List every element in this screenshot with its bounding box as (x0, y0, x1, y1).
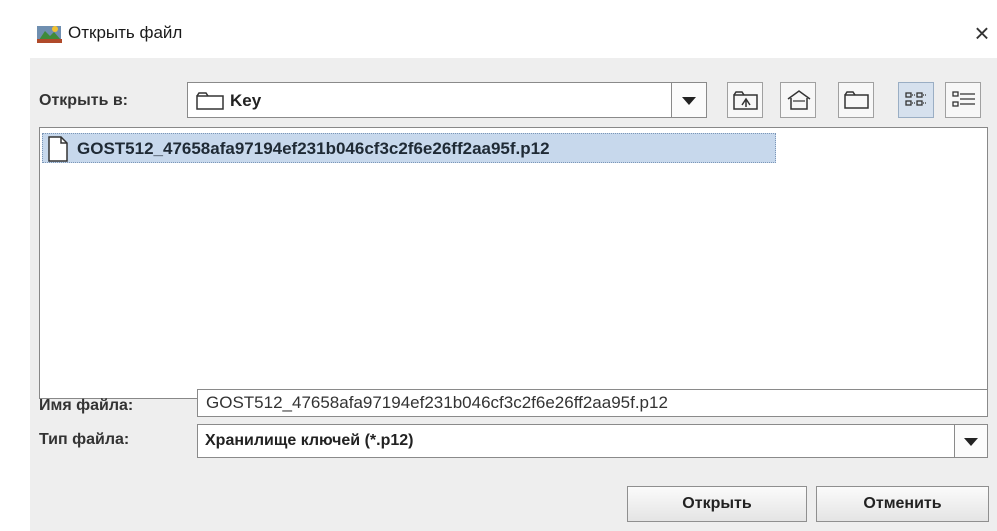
folder-icon (196, 92, 224, 115)
title-bar: Открыть файл × (0, 0, 997, 58)
chevron-down-icon[interactable] (671, 82, 707, 118)
open-button[interactable]: Открыть (627, 486, 807, 522)
file-list[interactable]: GOST512_47658afa97194ef231b046cf3c2f6e26… (39, 127, 988, 399)
look-in-label: Открыть в: (39, 92, 129, 109)
list-item[interactable]: GOST512_47658afa97194ef231b046cf3c2f6e26… (42, 133, 776, 163)
up-one-level-button[interactable] (727, 82, 763, 118)
cancel-button[interactable]: Отменить (816, 486, 989, 522)
file-type-combo[interactable]: Хранилище ключей (*.p12) (197, 424, 988, 458)
file-icon (47, 136, 69, 167)
list-view-button[interactable] (898, 82, 934, 118)
java-app-icon (36, 22, 64, 44)
file-chooser-dialog: Открыть в: Key GOST512_47658afa97194ef23… (30, 58, 997, 531)
window-title: Открыть файл (68, 23, 183, 42)
file-name-input[interactable] (197, 389, 988, 417)
close-button[interactable]: × (968, 16, 996, 50)
file-type-value: Хранилище ключей (*.p12) (205, 432, 414, 449)
chevron-down-icon[interactable] (954, 424, 988, 458)
file-type-label: Тип файла: (39, 431, 130, 448)
details-view-button[interactable] (945, 82, 981, 118)
look-in-combo[interactable]: Key (187, 82, 707, 118)
look-in-value: Key (230, 91, 262, 110)
file-name: GOST512_47658afa97194ef231b046cf3c2f6e26… (77, 139, 550, 158)
file-name-label: Имя файла: (39, 397, 134, 414)
home-button[interactable] (780, 82, 816, 118)
new-folder-button[interactable] (838, 82, 874, 118)
